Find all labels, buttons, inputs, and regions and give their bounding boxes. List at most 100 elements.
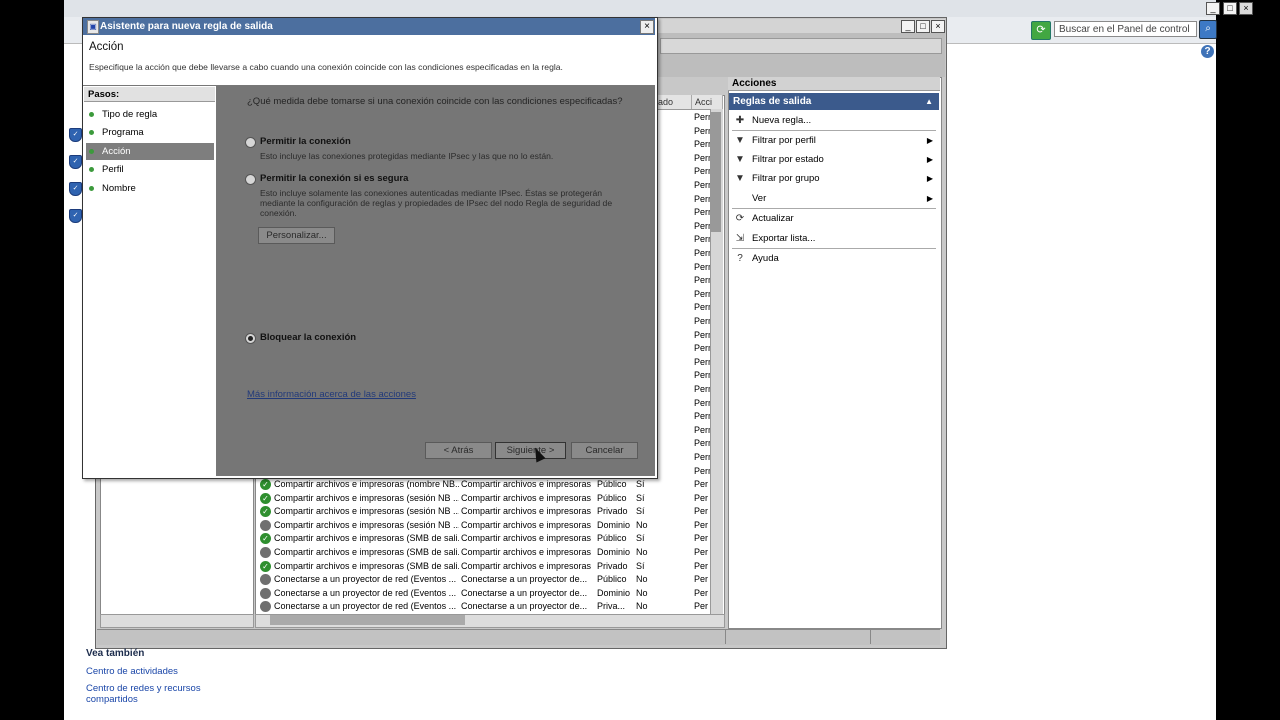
step-bullet-icon xyxy=(89,148,94,154)
scrollbar-thumb[interactable] xyxy=(711,112,721,232)
rule-action-cell: Perm xyxy=(694,125,710,136)
option-allow-desc: Esto incluye las conexiones protegidas m… xyxy=(260,151,554,161)
new-rule-icon: ✚ xyxy=(735,115,745,126)
action-item-label: Filtrar por grupo xyxy=(752,173,820,184)
actions-section-outbound-rules[interactable]: Reglas de salida ▲ xyxy=(729,93,939,110)
wizard-description: Especifique la acción que debe llevarse … xyxy=(89,62,563,72)
link-network-center[interactable]: Centro de redes y recursos compartidos xyxy=(86,683,206,705)
rule-enabled: Sí xyxy=(636,533,645,544)
cancel-button[interactable]: Cancelar xyxy=(571,442,638,459)
refresh-icon: ⟳ xyxy=(735,213,745,224)
rule-action-cell: Perm xyxy=(694,397,710,408)
rule-name: Conectarse a un proyector de red (Evento… xyxy=(274,574,457,585)
radio-allow[interactable] xyxy=(245,137,256,148)
option-block-label[interactable]: Bloquear la conexión xyxy=(260,332,356,343)
mmc-address-strip xyxy=(660,38,942,54)
rule-name: Compartir archivos e impresoras (sesión … xyxy=(274,492,459,503)
rule-disabled-icon xyxy=(260,547,271,558)
filter-icon: ▼ xyxy=(735,135,745,146)
action-item[interactable]: Ver ▶ xyxy=(732,190,937,208)
step-item: Perfil xyxy=(86,161,214,178)
column-header-profile[interactable]: ado xyxy=(655,95,692,109)
close-icon[interactable]: × xyxy=(931,20,945,33)
tree-horizontal-scrollbar[interactable] xyxy=(100,614,254,628)
submenu-arrow-icon: ▶ xyxy=(926,155,933,164)
minimize-icon[interactable]: _ xyxy=(901,20,915,33)
action-item-label: Ver xyxy=(752,193,767,204)
rule-profile: Dominio xyxy=(597,519,631,530)
help-icon[interactable]: ? xyxy=(1201,45,1214,58)
back-button[interactable]: < Atrás xyxy=(425,442,492,459)
maximize-icon[interactable]: □ xyxy=(1223,2,1237,15)
submenu-arrow-icon: ▶ xyxy=(926,174,933,183)
action-item[interactable]: ⟳ Actualizar xyxy=(732,210,937,228)
rule-group: Compartir archivos e impresoras xyxy=(461,479,592,489)
action-item[interactable]: ▼ Filtrar por perfil ▶ xyxy=(732,132,937,150)
step-bullet-icon xyxy=(89,167,94,173)
rule-name: Compartir archivos e impresoras (nombre … xyxy=(274,479,459,489)
shield-icon: ✓ xyxy=(69,128,82,142)
rule-name: Conectarse a un proyector de red (Evento… xyxy=(274,587,457,598)
action-question: ¿Qué medida debe tomarse si una conexión… xyxy=(247,96,623,107)
radio-block[interactable] xyxy=(245,333,256,344)
action-item-label: Filtrar por estado xyxy=(752,154,824,165)
rule-action-cell: Perm xyxy=(694,329,710,340)
link-action-center[interactable]: Centro de actividades xyxy=(86,666,178,677)
rule-name: Compartir archivos e impresoras (SMB de … xyxy=(274,533,459,544)
option-allow-label[interactable]: Permitir la conexión xyxy=(260,136,351,147)
action-item[interactable]: ⇲ Exportar lista... xyxy=(732,230,937,248)
search-icon[interactable]: ⌕ xyxy=(1199,20,1217,39)
rule-profile: Dominio xyxy=(597,547,631,557)
rule-enabled: No xyxy=(636,601,648,612)
filter-icon: ▼ xyxy=(735,154,745,165)
rule-action-cell: Perm xyxy=(694,438,710,449)
action-item[interactable]: ▼ Filtrar por estado ▶ xyxy=(732,151,937,169)
rule-action-cell: Perm xyxy=(694,207,710,218)
rule-profile: Dominio xyxy=(597,587,631,598)
rule-action-cell: Perm xyxy=(694,452,710,462)
more-info-link[interactable]: Más información acerca de las acciones xyxy=(247,389,416,400)
rule-profile: Público xyxy=(597,533,627,544)
rule-group: Conectarse a un proyector de... xyxy=(461,601,588,612)
control-panel-titlebar: _ □ × xyxy=(64,0,1253,18)
rule-group: Compartir archivos e impresoras xyxy=(461,533,592,544)
rule-group: Compartir archivos e impresoras xyxy=(461,560,592,571)
rule-profile: Priva... xyxy=(597,601,626,612)
minimize-icon[interactable]: _ xyxy=(1206,2,1220,15)
rule-action-cell: Perm xyxy=(694,302,710,313)
export-icon: ⇲ xyxy=(735,233,745,244)
rule-action-cell: Perm xyxy=(694,248,710,258)
step-item: Acción xyxy=(86,142,214,160)
radio-allow-secure[interactable] xyxy=(245,174,256,185)
close-icon[interactable]: × xyxy=(1239,2,1253,15)
customize-button[interactable]: Personalizar... xyxy=(258,227,335,244)
rule-enabled: No xyxy=(636,519,648,530)
step-label: Programa xyxy=(102,127,144,139)
status-divider xyxy=(870,630,871,644)
rule-profile: Privado xyxy=(597,560,628,571)
step-item: Nombre xyxy=(86,180,214,197)
action-item-label: Nueva regla... xyxy=(752,115,812,126)
rule-action-cell: Perm xyxy=(694,220,710,231)
scrollbar-thumb[interactable] xyxy=(270,615,465,625)
action-item-label: Actualizar xyxy=(752,213,794,224)
close-icon[interactable]: × xyxy=(640,20,654,34)
shield-icon: ✓ xyxy=(69,182,82,196)
column-header-action[interactable]: Acci xyxy=(692,95,723,109)
action-item[interactable]: ▼ Filtrar por grupo ▶ xyxy=(732,170,937,188)
search-input[interactable]: Buscar en el Panel de control xyxy=(1054,21,1197,37)
action-item[interactable]: ? Ayuda xyxy=(732,250,937,268)
rule-action: Perm xyxy=(694,547,708,557)
rule-action: Perm xyxy=(694,492,708,503)
rule-action-cell: Perm xyxy=(694,275,710,286)
refresh-icon[interactable]: ⟳ xyxy=(1031,21,1051,40)
tree-pane[interactable] xyxy=(100,476,254,616)
maximize-icon[interactable]: □ xyxy=(916,20,930,33)
rule-action: Perm xyxy=(694,601,708,612)
option-allow-secure-label[interactable]: Permitir la conexión si es segura xyxy=(260,173,408,184)
step-item: Programa xyxy=(86,124,214,141)
rule-action: Perm xyxy=(694,506,708,517)
collapse-icon[interactable]: ▲ xyxy=(925,93,933,110)
rule-group: Compartir archivos e impresoras xyxy=(461,506,592,517)
action-item[interactable]: ✚ Nueva regla... xyxy=(732,112,937,130)
